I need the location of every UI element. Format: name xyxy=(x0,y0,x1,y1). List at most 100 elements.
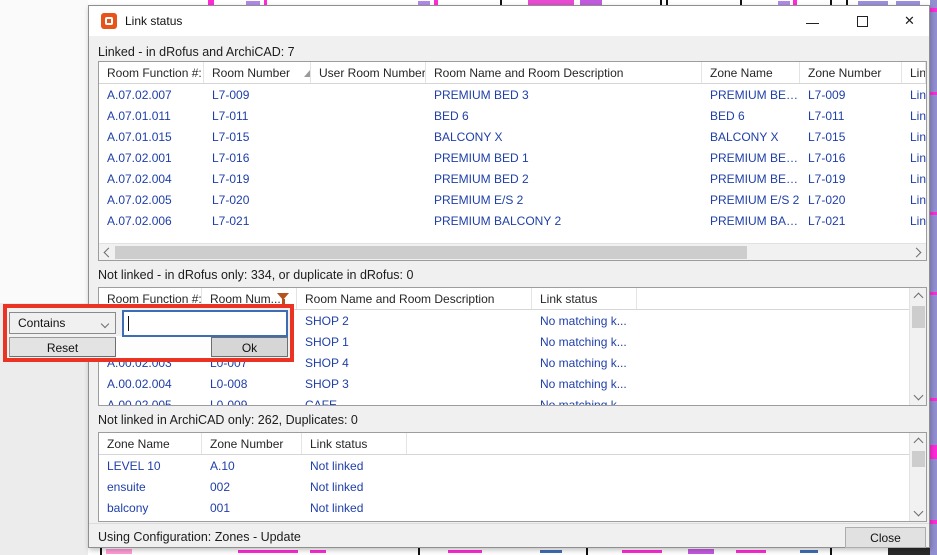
cell-link: Linked xyxy=(902,147,926,168)
column-header-room-name[interactable]: Room Name and Room Description xyxy=(297,288,532,309)
not-linked-archicad-label: Not linked in ArchiCAD only: 262, Duplic… xyxy=(98,413,358,427)
linked-table-header: Room Function #: Room Number User Room N… xyxy=(99,62,926,84)
scroll-up-icon[interactable] xyxy=(914,293,924,303)
column-header-empty xyxy=(407,433,926,454)
table-row[interactable]: A.07.02.001 L7-016 PREMIUM BED 1 PREMIUM… xyxy=(99,147,926,168)
scroll-left-icon[interactable] xyxy=(104,248,114,258)
cell-user-room-number xyxy=(311,210,426,231)
cell-room-name: SHOP 4 xyxy=(297,352,532,373)
cell-zone-number: L7-019 xyxy=(800,168,902,189)
column-header-link-status[interactable]: Link status xyxy=(532,288,637,309)
table-row[interactable]: LEVEL 10 A.10 Not linked xyxy=(99,455,926,476)
cell-room-name: SHOP 3 xyxy=(297,373,532,394)
filter-reset-button[interactable]: Reset xyxy=(9,337,116,357)
not-linked-archicad-table: Zone Name Zone Number Link status LEVEL … xyxy=(98,432,927,522)
column-header-room-name[interactable]: Room Name and Room Description xyxy=(426,62,702,83)
sort-ascending-icon xyxy=(304,70,311,77)
dialog-title: Link status xyxy=(125,14,182,28)
cell-room-name: PREMIUM BALCONY 2 xyxy=(426,210,702,231)
cad-fragment xyxy=(930,445,937,459)
scrollbar-thumb[interactable] xyxy=(115,246,747,259)
cell-room-name: BED 6 xyxy=(426,105,702,126)
cad-fragment xyxy=(310,550,326,553)
cell-empty xyxy=(407,497,926,518)
cell-zone-name: PREMIUM BED 3 xyxy=(702,84,800,105)
cad-fragment xyxy=(100,548,102,555)
scroll-right-icon[interactable] xyxy=(912,248,922,258)
cell-link: Linked xyxy=(902,105,926,126)
cell-function: A.00.02.004 xyxy=(99,373,202,394)
column-header-room-function[interactable]: Room Function #: xyxy=(99,62,204,83)
column-header-link-status[interactable]: Link status xyxy=(302,433,407,454)
linked-table: Room Function #: Room Number User Room N… xyxy=(98,61,927,261)
scroll-down-icon[interactable] xyxy=(914,391,924,401)
column-header-zone-name[interactable]: Zone Name xyxy=(99,433,202,454)
cell-link-status: No matching k... xyxy=(532,310,637,331)
horizontal-scrollbar[interactable] xyxy=(99,243,926,260)
table-row[interactable]: A.07.02.007 L7-009 PREMIUM BED 3 PREMIUM… xyxy=(99,84,926,105)
table-row[interactable]: balcony 001 Not linked xyxy=(99,497,926,518)
cell-empty xyxy=(637,331,926,352)
cell-empty xyxy=(637,394,926,406)
cad-fragment xyxy=(930,292,937,295)
cad-fragment xyxy=(830,548,832,555)
table-row[interactable]: A.00.02.005 L0-009 CAFE No matching k... xyxy=(99,394,926,406)
table-row[interactable]: A.07.01.011 L7-011 BED 6 BED 6 L7-011 Li… xyxy=(99,105,926,126)
table-row[interactable]: A.07.01.015 L7-015 BALCONY X BALCONY X L… xyxy=(99,126,926,147)
cell-zone-name: PREMIUM E/S 2 xyxy=(702,189,800,210)
chevron-down-icon xyxy=(101,320,109,328)
cad-fragment xyxy=(106,549,132,554)
column-header-user-room-number[interactable]: User Room Number xyxy=(311,62,426,83)
close-button[interactable]: Close xyxy=(845,527,926,548)
scroll-up-icon[interactable] xyxy=(914,438,924,448)
cell-zone-number: L7-016 xyxy=(800,147,902,168)
cell-room-name: PREMIUM BED 2 xyxy=(426,168,702,189)
column-header-room-number[interactable]: Room Number xyxy=(204,62,311,83)
cell-user-room-number xyxy=(311,84,426,105)
vertical-scrollbar[interactable] xyxy=(909,433,926,521)
cell-room-number: L0-009 xyxy=(202,394,297,406)
cell-zone-name: PREMIUM BED 2 xyxy=(702,168,800,189)
column-header-zone-number[interactable]: Zone Number xyxy=(800,62,902,83)
text-caret xyxy=(128,316,129,331)
cell-user-room-number xyxy=(311,168,426,189)
cell-zone-name: LEVEL 10 xyxy=(99,455,202,476)
titlebar[interactable]: Link status ✕ xyxy=(89,6,929,36)
cell-link-status: No matching k... xyxy=(532,352,637,373)
maximize-button[interactable] xyxy=(847,9,879,33)
column-header-zone-number[interactable]: Zone Number xyxy=(202,433,302,454)
filter-text-input[interactable] xyxy=(122,310,288,337)
filter-ok-button[interactable]: Ok xyxy=(211,337,288,357)
filter-operator-dropdown[interactable]: Contains xyxy=(9,312,116,334)
scrollbar-thumb[interactable] xyxy=(912,306,925,328)
scroll-down-icon[interactable] xyxy=(914,507,924,517)
table-row[interactable]: A.07.02.005 L7-020 PREMIUM E/S 2 PREMIUM… xyxy=(99,189,926,210)
cell-room-number: L7-019 xyxy=(204,168,311,189)
cell-room-name: SHOP 2 xyxy=(297,310,532,331)
cell-room-number: L7-016 xyxy=(204,147,311,168)
cell-function: A.00.02.005 xyxy=(99,394,202,406)
cell-empty xyxy=(407,455,926,476)
cell-link-status: Not linked xyxy=(302,476,407,497)
cad-fragment xyxy=(930,92,937,95)
cell-link-status: No matching k... xyxy=(532,394,637,406)
table-row[interactable]: ensuite 002 Not linked xyxy=(99,476,926,497)
minimize-icon xyxy=(806,23,819,24)
table-row[interactable]: A.07.02.006 L7-021 PREMIUM BALCONY 2 PRE… xyxy=(99,210,926,231)
minimize-button[interactable] xyxy=(797,9,829,33)
table-row[interactable]: A.00.02.004 L0-008 SHOP 3 No matching k.… xyxy=(99,373,926,394)
scrollbar-thumb[interactable] xyxy=(912,451,925,467)
filter-operator-value: Contains xyxy=(18,316,65,330)
column-header-link[interactable]: Link xyxy=(902,62,926,83)
column-header-zone-name[interactable]: Zone Name xyxy=(702,62,800,83)
cell-empty xyxy=(637,373,926,394)
cell-zone-name: ensuite xyxy=(99,476,202,497)
table-row[interactable]: A.07.02.004 L7-019 PREMIUM BED 2 PREMIUM… xyxy=(99,168,926,189)
cad-canvas-right-strip xyxy=(930,0,937,555)
cell-function: A.07.02.004 xyxy=(99,168,204,189)
close-window-button[interactable]: ✕ xyxy=(895,9,927,33)
cell-function: A.07.02.007 xyxy=(99,84,204,105)
cell-zone-number: L7-011 xyxy=(800,105,902,126)
vertical-scrollbar[interactable] xyxy=(909,288,926,405)
cad-fragment xyxy=(622,550,662,553)
